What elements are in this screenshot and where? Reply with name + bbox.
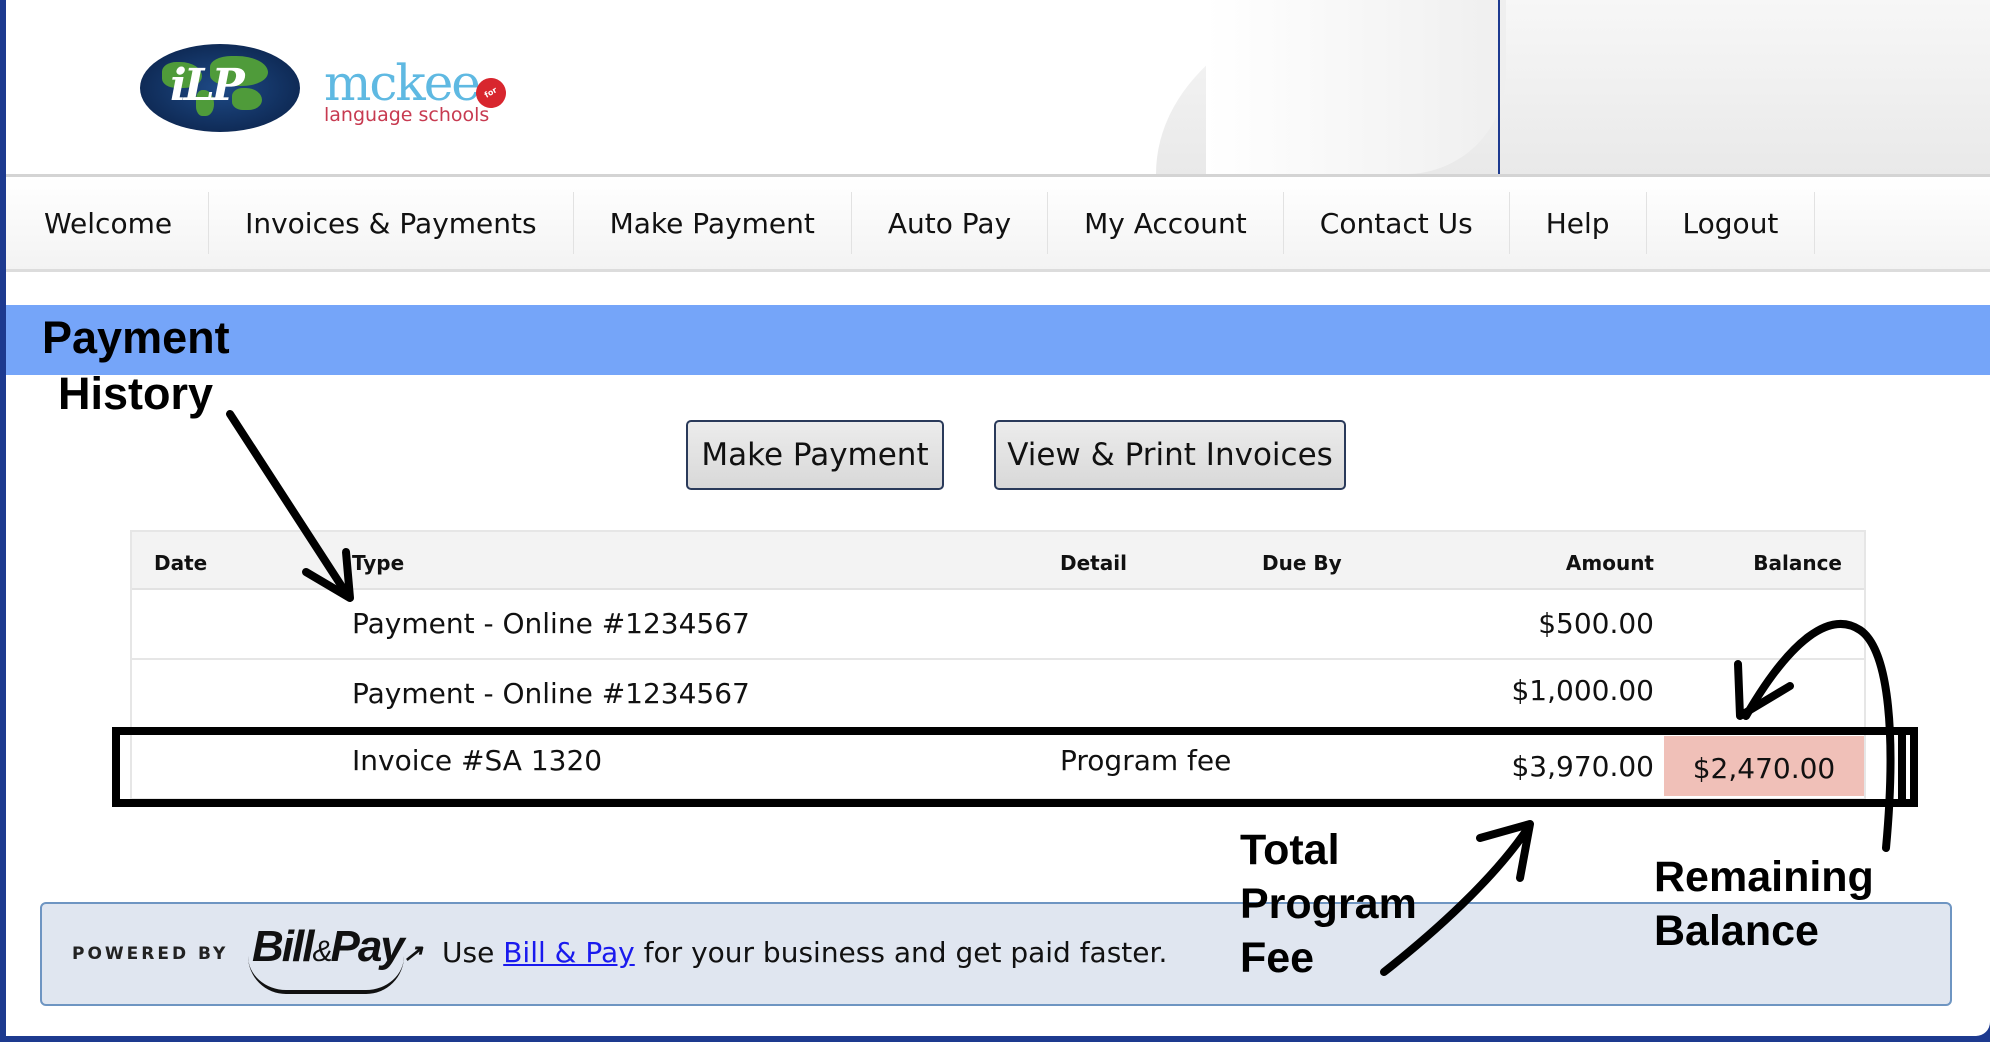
cell-type: Payment - Online #1234567	[352, 607, 750, 640]
column-header-type[interactable]: Type	[352, 532, 404, 588]
annotation-line: Fee	[1240, 934, 1315, 982]
arrow-up-right-icon: ↗	[402, 940, 423, 967]
cell-balance: $2,470.00	[1692, 752, 1836, 785]
annotation-line: Remaining	[1654, 853, 1874, 901]
annotation-line: Program	[1240, 880, 1417, 928]
table-row[interactable]: Payment - Online #1234567 $500.00	[132, 590, 1864, 660]
powered-by-label: POWERED BY	[72, 944, 229, 964]
header-divider	[1498, 0, 1500, 174]
table-row[interactable]: Payment - Online #1234567 $1,000.00	[132, 660, 1864, 730]
nav-make-payment[interactable]: Make Payment	[574, 192, 852, 254]
column-header-date[interactable]: Date	[154, 532, 207, 588]
bill-pay-link[interactable]: Bill & Pay	[503, 936, 635, 969]
ilp-logo-text: iLP	[170, 60, 245, 111]
cell-amount: $500.00	[1538, 607, 1654, 640]
view-print-invoices-button[interactable]: View & Print Invoices	[994, 420, 1346, 490]
mckee-logo[interactable]: mckee language schools for kids	[324, 54, 516, 127]
header-decoration-curve	[1206, 0, 1506, 174]
cell-amount: $3,970.00	[1511, 750, 1654, 783]
nav-my-account[interactable]: My Account	[1048, 192, 1284, 254]
nav-logout[interactable]: Logout	[1647, 192, 1816, 254]
section-title-bar	[6, 305, 1990, 375]
annotation-line: Total	[1240, 826, 1340, 874]
nav-contact-us[interactable]: Contact Us	[1284, 192, 1510, 254]
page: iLP mckee language schools for kids Welc…	[6, 0, 1990, 1036]
annotation-remaining-balance: Remaining Balance	[1654, 850, 1874, 958]
payment-history-table: Date Type Detail Due By Amount Balance P…	[130, 530, 1866, 800]
nav-help[interactable]: Help	[1510, 192, 1647, 254]
mckee-logo-subtext: language schools	[324, 104, 490, 126]
table-row[interactable]: Invoice #SA 1320 Program fee $3,970.00 $…	[132, 730, 1864, 798]
footer-text-before: Use	[442, 936, 504, 969]
ilp-logo[interactable]: iLP	[140, 44, 300, 132]
nav-invoices-payments[interactable]: Invoices & Payments	[209, 192, 574, 254]
nav-auto-pay[interactable]: Auto Pay	[852, 192, 1049, 254]
cell-amount: $1,000.00	[1511, 674, 1654, 707]
footer-promo-text: Use Bill & Pay for your business and get…	[442, 936, 1167, 969]
cell-type: Payment - Online #1234567	[352, 677, 750, 710]
column-header-due-by[interactable]: Due By	[1262, 532, 1342, 588]
table-header: Date Type Detail Due By Amount Balance	[132, 532, 1864, 590]
cell-detail: Program fee	[1060, 744, 1232, 777]
main-nav: Welcome Invoices & Payments Make Payment…	[6, 177, 1990, 272]
annotation-total-program-fee: Total Program Fee	[1240, 823, 1417, 985]
page-title: Payment	[42, 312, 230, 363]
header: iLP mckee language schools for kids	[6, 0, 1990, 177]
nav-welcome[interactable]: Welcome	[6, 192, 210, 254]
balance-highlight: $2,470.00	[1664, 736, 1864, 796]
annotation-line: Balance	[1654, 907, 1819, 955]
make-payment-button[interactable]: Make Payment	[686, 420, 944, 490]
column-header-amount[interactable]: Amount	[1566, 532, 1654, 588]
bill-pay-swoosh-icon	[248, 956, 404, 994]
column-header-detail[interactable]: Detail	[1060, 532, 1127, 588]
mckee-logo-text: mckee	[324, 54, 481, 112]
column-header-balance[interactable]: Balance	[1753, 532, 1842, 588]
page-title-line2: History	[58, 368, 214, 419]
cell-type: Invoice #SA 1320	[352, 744, 603, 777]
footer-text-after: for your business and get paid faster.	[634, 936, 1168, 969]
